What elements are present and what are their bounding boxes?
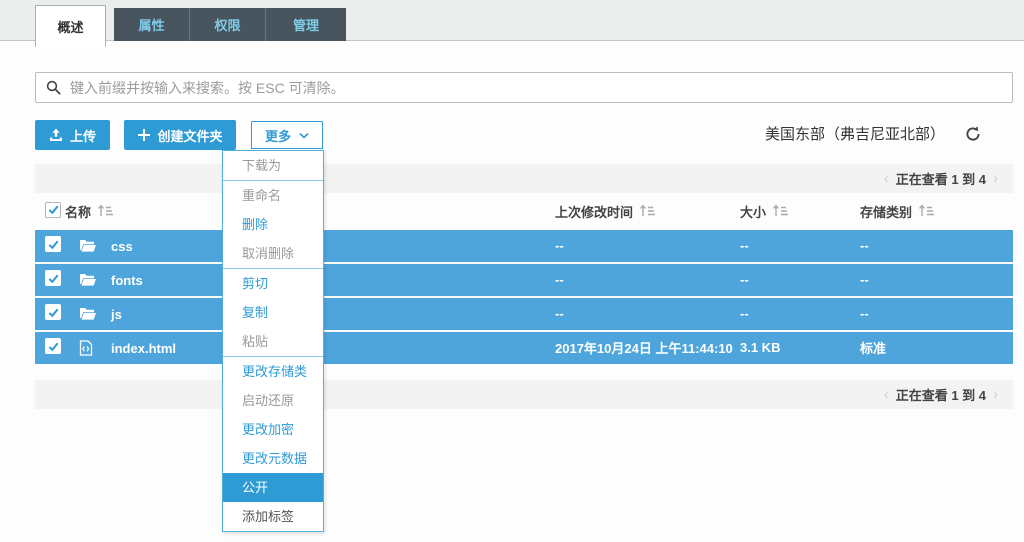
column-header-name[interactable]: 名称 [65,202,91,221]
folder-icon [79,307,99,321]
menu-item-paste[interactable]: 粘贴 [223,327,323,356]
page-next-icon[interactable]: › [986,386,1005,403]
menu-item-change-encryption[interactable]: 更改加密 [223,415,323,444]
menu-item-change-storage-class[interactable]: 更改存储类 [223,357,323,386]
folder-icon [79,273,99,287]
size-cell: -- [740,272,749,287]
table-row[interactable]: js -- -- -- [35,298,1013,330]
tab-group: 属性 权限 管理 [114,8,346,41]
table-header: 名称 上次修改时间 大小 存储类别 [35,195,1013,228]
column-header-modified[interactable]: 上次修改时间 [555,202,633,221]
size-cell: 3.1 KB [740,340,781,355]
more-button-label: 更多 [264,128,291,144]
region-label: 美国东部（弗吉尼亚北部） [764,126,945,143]
region-indicator: 美国东部（弗吉尼亚北部） [765,123,981,144]
column-header-storage-class[interactable]: 存储类别 [860,202,912,221]
menu-item-make-public[interactable]: 公开 [223,473,323,502]
pagination-bar-bottom: ‹ 正在查看 1 到 4 › [35,380,1013,409]
search-icon [46,80,61,95]
more-button[interactable]: 更多 [250,121,323,149]
table-row[interactable]: fonts -- -- -- [35,264,1013,296]
menu-item-rename[interactable]: 重命名 [223,181,323,210]
modified-cell: 2017年10月24日 上午11:44:10 [555,341,733,356]
pagination-bar-top: ‹ 正在查看 1 到 4 › [35,164,1013,193]
row-checkbox[interactable] [45,304,61,321]
upload-button[interactable]: 上传 [35,120,111,150]
toolbar: 上传 创建文件夹 更多 美国东部（弗吉尼亚北部） [35,120,1013,150]
create-folder-button-label: 创建文件夹 [157,128,223,144]
sort-icon[interactable] [639,204,656,222]
create-folder-button[interactable]: 创建文件夹 [124,120,237,150]
row-checkbox[interactable] [45,270,61,287]
menu-item-add-tags[interactable]: 添加标签 [223,502,323,531]
storage-class-cell: -- [860,272,869,287]
menu-item-cut[interactable]: 剪切 [223,269,323,298]
storage-class-cell: -- [860,306,869,321]
s3-bucket-overview-page: 概述 属性 权限 管理 上传 [0,0,1024,542]
page-prev-icon[interactable]: ‹ [877,386,896,403]
tab-management[interactable]: 管理 [266,8,346,41]
storage-class-cell: -- [860,238,869,253]
file-html-icon [79,340,99,356]
viewing-range-label: 正在查看 1 到 4 [895,172,986,187]
size-cell: -- [740,238,749,253]
sort-icon[interactable] [772,204,789,222]
viewing-range-label: 正在查看 1 到 4 [895,388,986,403]
folder-icon [79,239,99,253]
row-checkbox[interactable] [45,338,61,355]
page-prev-icon[interactable]: ‹ [877,170,896,187]
chevron-down-icon [299,132,309,139]
tab-permissions[interactable]: 权限 [190,8,266,41]
menu-item-download-as[interactable]: 下载为 [223,151,323,180]
object-name[interactable]: index.html [111,341,176,356]
page-next-icon[interactable]: › [986,170,1005,187]
menu-item-change-metadata[interactable]: 更改元数据 [223,444,323,473]
plus-icon [138,129,151,141]
menu-item-delete[interactable]: 删除 [223,210,323,239]
menu-item-copy[interactable]: 复制 [223,298,323,327]
object-name[interactable]: fonts [111,273,143,288]
table-row[interactable]: index.html 2017年10月24日 上午11:44:10 3.1 KB… [35,332,1013,364]
more-dropdown-menu: 下载为 重命名 删除 取消删除 剪切 复制 粘贴 更改存储类 启动还原 更改加密… [222,150,324,532]
tab-overview[interactable]: 概述 [35,5,106,47]
table-row[interactable]: css -- -- -- [35,230,1013,262]
search-input[interactable] [70,79,1002,96]
modified-cell: -- [555,238,564,253]
menu-item-initiate-restore[interactable]: 启动还原 [223,386,323,415]
object-name[interactable]: js [111,307,122,322]
sort-icon[interactable] [97,204,114,222]
select-all-checkbox[interactable] [45,201,61,218]
menu-item-undo-delete[interactable]: 取消删除 [223,239,323,268]
upload-icon [49,128,63,142]
column-header-size[interactable]: 大小 [740,202,766,221]
object-name[interactable]: css [111,239,133,254]
modified-cell: -- [555,272,564,287]
search-bar [35,72,1013,103]
size-cell: -- [740,306,749,321]
row-checkbox[interactable] [45,236,61,253]
sort-icon[interactable] [918,204,935,222]
tab-properties[interactable]: 属性 [114,8,190,41]
refresh-icon[interactable] [965,125,981,142]
storage-class-cell: 标准 [860,341,887,356]
upload-button-label: 上传 [70,128,97,144]
modified-cell: -- [555,306,564,321]
